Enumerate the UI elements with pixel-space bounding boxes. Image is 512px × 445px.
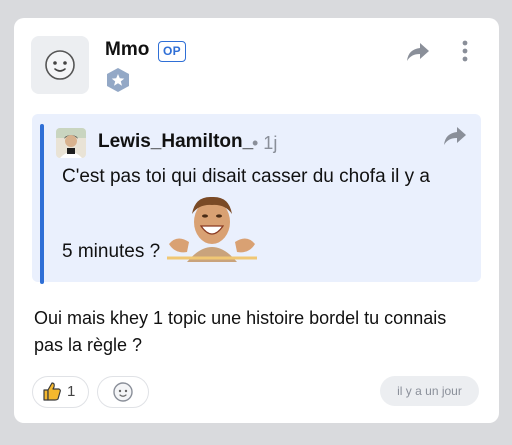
like-count: 1 [67, 383, 76, 400]
quote-text-line-1: C'est pas toi qui disait casser du chofa… [62, 166, 430, 187]
quoted-message[interactable]: Lewis_Hamilton_ • 1j C'est pas toi qui d… [32, 114, 481, 284]
op-badge: OP [158, 41, 186, 62]
quote-author-avatar[interactable] [56, 128, 86, 158]
post-author[interactable]: Mmo [105, 39, 149, 61]
user-avatar[interactable] [31, 36, 89, 94]
quote-time: • 1j [252, 133, 278, 153]
quote-accent-bar [40, 124, 44, 284]
post-body: Oui mais khey 1 topic une histoire borde… [34, 308, 447, 355]
thumbs-up-icon [43, 382, 61, 401]
like-button[interactable]: 1 [32, 376, 89, 408]
smiley-face-icon [45, 50, 75, 80]
add-reaction-button[interactable] [97, 376, 149, 408]
share-arrow-icon[interactable] [406, 41, 430, 63]
smiley-face-icon [113, 382, 133, 402]
share-arrow-icon[interactable] [443, 125, 467, 147]
vertical-dots-icon[interactable] [457, 39, 473, 63]
quote-author[interactable]: Lewis_Hamilton_ [98, 131, 253, 153]
quote-text-line-2: 5 minutes ? [62, 241, 161, 262]
laughing-man-sticker [167, 196, 257, 262]
post-card: Mmo OP Lewis_Hamilton_ • 1j C'est pas to… [14, 18, 499, 423]
star-hexagon-icon [107, 68, 129, 92]
post-timestamp: il y a un jour [380, 376, 479, 406]
